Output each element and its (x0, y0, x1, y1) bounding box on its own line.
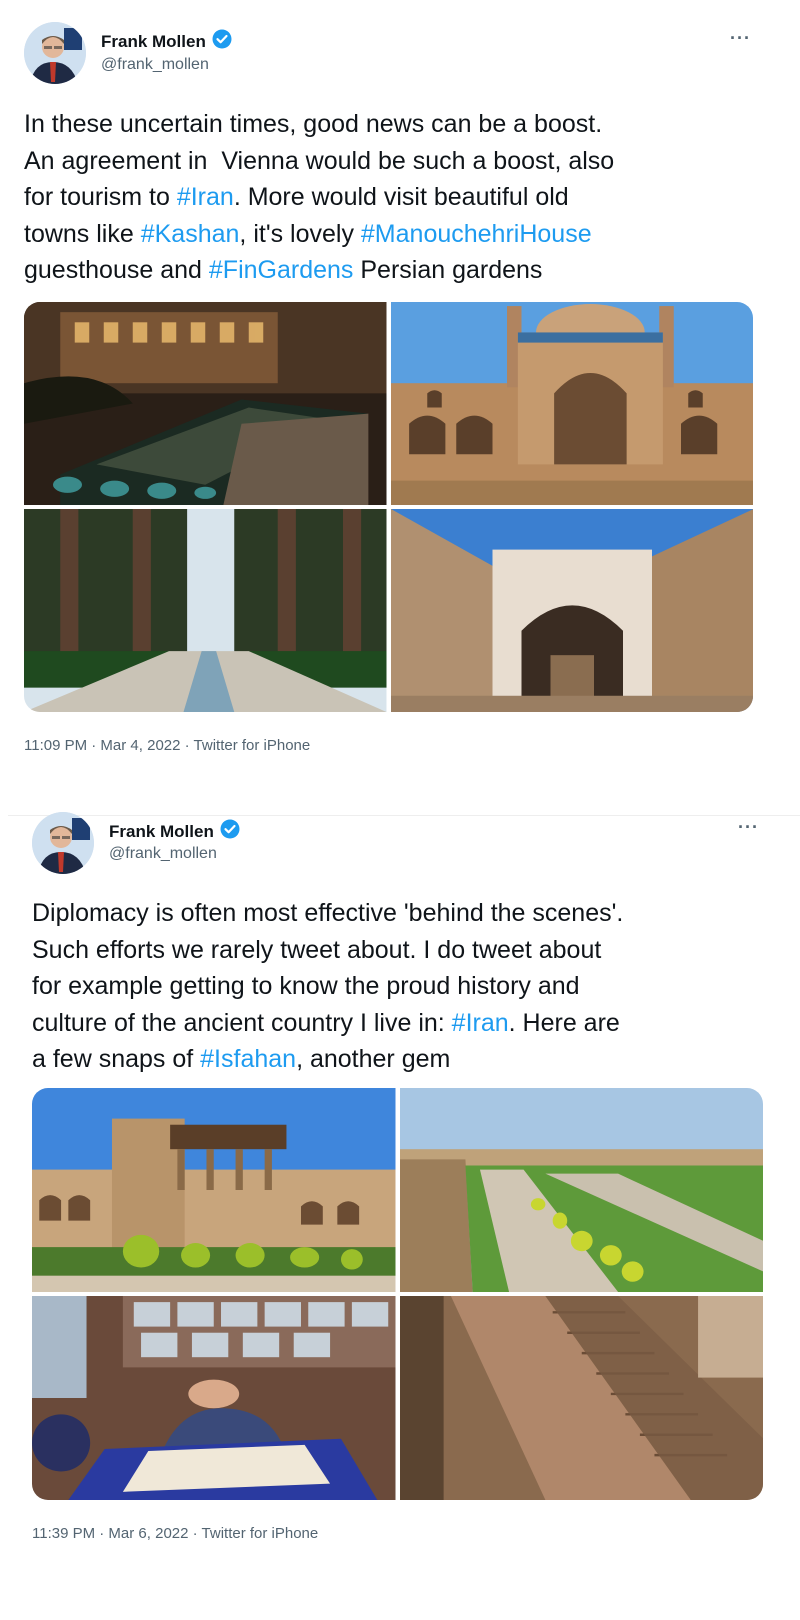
author-handle[interactable]: @frank_mollen (109, 845, 217, 863)
author-name-text[interactable]: Frank Mollen (101, 32, 206, 52)
tweet-text-segment: Persian gardens (353, 256, 543, 284)
tweet-text-segment: , it's lovely (239, 219, 361, 248)
hashtag-link[interactable]: #ManouchehriHouse (361, 220, 592, 248)
photo-grid (24, 302, 753, 712)
carved-stone-staircase-photo[interactable] (399, 1296, 763, 1500)
ali-qapu-palace-photo[interactable] (32, 1088, 396, 1292)
courtyard-pool-night-photo[interactable] (24, 302, 387, 505)
tweet-2: Frank Mollen @frank_mollen ··· Diplomacy… (8, 812, 800, 1620)
author-handle[interactable]: @frank_mollen (101, 56, 209, 74)
tweet-text: Diplomacy is often most effective 'behin… (32, 895, 792, 1078)
hashtag-link[interactable]: #Iran (177, 183, 234, 211)
tweet-1: Frank Mollen @frank_mollen ··· In these … (0, 0, 800, 810)
fin-garden-path-photo[interactable] (24, 509, 387, 712)
tweet-text-segment: guesthouse and (24, 256, 202, 284)
author-name[interactable]: Frank Mollen (109, 819, 240, 844)
author-name[interactable]: Frank Mollen (101, 29, 232, 54)
tweet-text: In these uncertain times, good news can … (24, 106, 784, 289)
agha-bozorg-mosque-photo[interactable] (390, 302, 753, 505)
hashtag-link[interactable]: #Iran (452, 1009, 509, 1037)
author-name-text[interactable]: Frank Mollen (109, 822, 214, 842)
verified-badge-icon (220, 819, 240, 844)
hashtag-link[interactable]: #Kashan (141, 220, 240, 248)
tweet-text-segment: , another gem (296, 1045, 451, 1073)
hashtag-link[interactable]: #FinGardens (209, 256, 354, 284)
hashtag-link[interactable]: #Isfahan (200, 1045, 296, 1073)
naqsh-e-jahan-square-photo[interactable] (399, 1088, 763, 1292)
more-options-icon[interactable]: ··· (738, 817, 759, 838)
avatar[interactable] (24, 22, 86, 84)
verified-badge-icon (212, 29, 232, 54)
tweet-timestamp[interactable]: 11:09 PM · Mar 4, 2022 · Twitter for iPh… (24, 737, 310, 754)
craftsman-workshop-photo[interactable] (32, 1296, 396, 1500)
avatar[interactable] (32, 812, 94, 874)
more-options-icon[interactable]: ··· (730, 28, 751, 49)
photo-grid (32, 1088, 763, 1500)
arched-alley-photo[interactable] (390, 509, 753, 712)
tweet-timestamp[interactable]: 11:39 PM · Mar 6, 2022 · Twitter for iPh… (32, 1525, 318, 1542)
